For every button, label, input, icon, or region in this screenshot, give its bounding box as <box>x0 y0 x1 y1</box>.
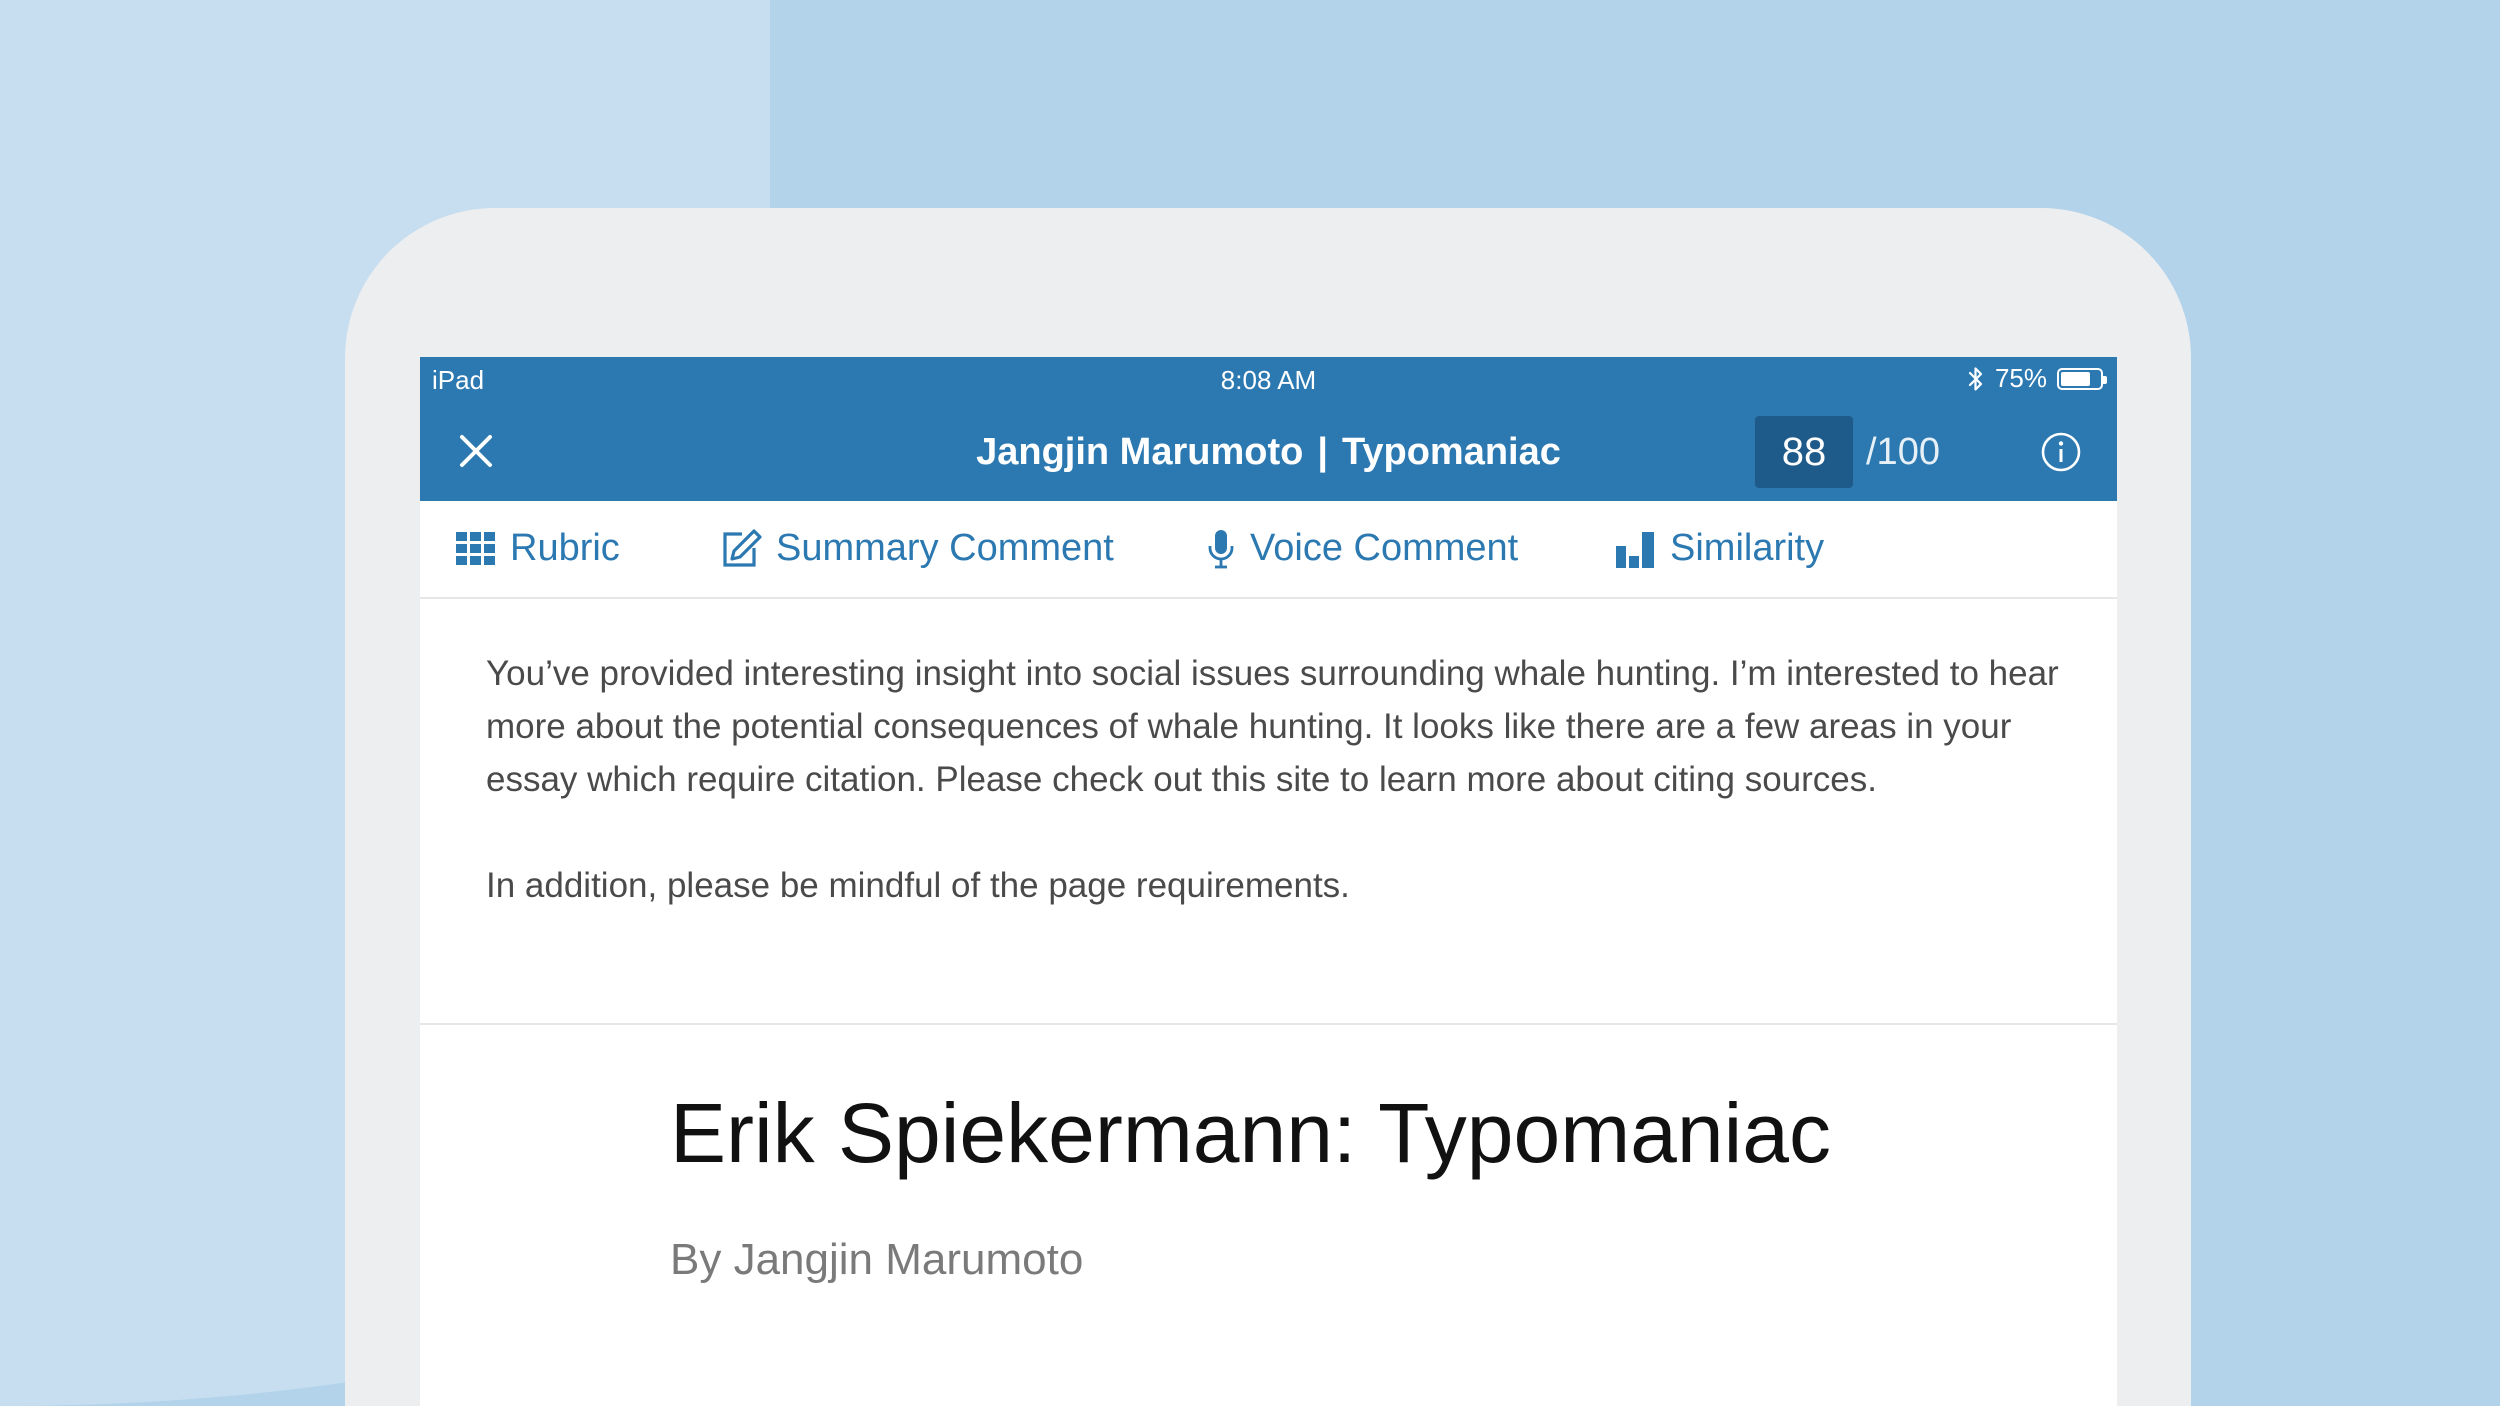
divider <box>420 1023 2117 1025</box>
info-icon[interactable] <box>2040 431 2082 473</box>
app-screen: iPad 8:08 AM 75% Jangjin Marumoto | Typoma… <box>420 357 2117 1406</box>
edit-icon <box>723 528 762 567</box>
status-right: 75% <box>1967 363 2107 394</box>
summary-comment-label: Summary Comment <box>776 527 1114 569</box>
battery-fill <box>2061 371 2090 386</box>
status-bar: iPad 8:08 AM 75% <box>420 357 2117 401</box>
battery-tip <box>2103 375 2107 384</box>
document-title: Erik Spiekermann: Typomaniac <box>670 1086 1831 1180</box>
comment-paragraph: You’ve provided interesting insight into… <box>486 654 2059 799</box>
microphone-icon <box>1208 529 1234 568</box>
summary-comment-button[interactable]: Summary Comment <box>720 527 1114 570</box>
document-byline: By Jangjin Marumoto <box>670 1235 1084 1284</box>
bluetooth-icon <box>1968 366 1983 391</box>
status-time: 8:08 AM <box>1220 365 1317 395</box>
rubric-label: Rubric <box>510 527 620 569</box>
similarity-label: Similarity <box>1670 527 1825 569</box>
comment-paragraph: In addition, please be mindful of the pa… <box>486 866 1350 905</box>
assignment-name: Typomaniac <box>1341 431 1561 473</box>
header-title: Jangjin Marumoto | Typomaniac <box>420 431 2117 474</box>
student-name: Jangjin Marumoto <box>976 431 1304 473</box>
grading-toolbar: Rubric Summary Comment Voice Comment Sim… <box>420 501 2117 599</box>
bar-chart-icon <box>1616 531 1654 568</box>
similarity-button[interactable]: Similarity <box>1616 527 1824 570</box>
rubric-button[interactable]: Rubric <box>456 527 620 570</box>
title-separator: | <box>1317 431 1328 473</box>
header-bar: Jangjin Marumoto | Typomaniac 88 /100 <box>420 401 2117 501</box>
voice-comment-button[interactable]: Voice Comment <box>1206 527 1518 570</box>
grid-icon <box>456 531 495 565</box>
score-input[interactable]: 88 <box>1755 416 1853 488</box>
battery-icon <box>2057 367 2107 390</box>
summary-comment-text: You’ve provided interesting insight into… <box>486 647 2066 912</box>
battery-percent: 75% <box>1994 363 2047 393</box>
score-max: /100 <box>1866 431 1940 473</box>
voice-comment-label: Voice Comment <box>1250 527 1519 569</box>
